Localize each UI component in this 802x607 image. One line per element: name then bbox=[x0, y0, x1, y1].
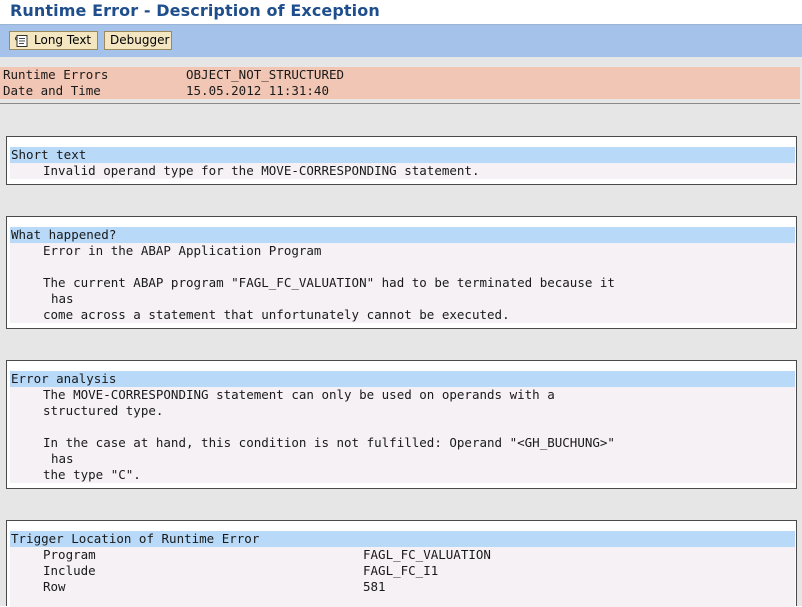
debugger-label: Debugger bbox=[110, 33, 170, 47]
error-analysis-section: Error analysis The MOVE-CORRESPONDING st… bbox=[6, 360, 797, 489]
error-analysis-line5: the type "C". bbox=[43, 467, 141, 482]
error-analysis-line3: In the case at hand, this condition is n… bbox=[43, 435, 615, 450]
runtime-errors-label: Runtime Errors bbox=[3, 67, 109, 82]
what-happened-heading-bar bbox=[10, 227, 795, 243]
what-happened-line4: come across a statement that unfortunate… bbox=[43, 307, 510, 322]
what-happened-line2: The current ABAP program "FAGL_FC_VALUAT… bbox=[43, 275, 615, 290]
short-text-heading-bar bbox=[10, 147, 795, 163]
what-happened-section: What happened? Error in the ABAP Applica… bbox=[6, 216, 797, 329]
trigger-location-section: Trigger Location of Runtime Error Progra… bbox=[6, 520, 797, 607]
long-text-button[interactable]: Long Text bbox=[9, 31, 98, 50]
what-happened-heading: What happened? bbox=[11, 227, 117, 242]
document-scroll-icon bbox=[14, 34, 29, 48]
debugger-button[interactable]: Debugger bbox=[104, 31, 172, 50]
short-text-heading: Short text bbox=[11, 147, 87, 162]
error-analysis-line1: The MOVE-CORRESPONDING statement can onl… bbox=[43, 387, 555, 402]
trigger-program-label: Program bbox=[43, 547, 96, 562]
error-analysis-heading: Error analysis bbox=[11, 371, 117, 386]
error-analysis-line4: has bbox=[51, 451, 74, 466]
window-titlebar: Runtime Error - Description of Exception bbox=[0, 0, 802, 24]
trigger-row-label: Row bbox=[43, 579, 66, 594]
trigger-location-heading: Trigger Location of Runtime Error bbox=[11, 531, 260, 546]
short-text-section: Short text Invalid operand type for the … bbox=[6, 136, 797, 185]
error-content-area: Runtime Errors OBJECT_NOT_STRUCTURED Dat… bbox=[0, 57, 802, 607]
long-text-label: Long Text bbox=[34, 33, 92, 47]
application-toolbar: Long Text Debugger bbox=[0, 25, 802, 57]
trigger-include-value: FAGL_FC_I1 bbox=[363, 563, 439, 578]
what-happened-line1: Error in the ABAP Application Program bbox=[43, 243, 322, 258]
trigger-program-value: FAGL_FC_VALUATION bbox=[363, 547, 491, 562]
what-happened-line3: has bbox=[51, 291, 74, 306]
error-analysis-heading-bar bbox=[10, 371, 795, 387]
runtime-errors-value: OBJECT_NOT_STRUCTURED bbox=[186, 67, 345, 82]
page-title: Runtime Error - Description of Exception bbox=[10, 1, 380, 20]
error-header: Runtime Errors OBJECT_NOT_STRUCTURED Dat… bbox=[0, 67, 800, 99]
date-time-value: 15.05.2012 11:31:40 bbox=[186, 83, 329, 98]
trigger-row-value: 581 bbox=[363, 579, 386, 594]
date-time-label: Date and Time bbox=[3, 83, 101, 98]
trigger-include-label: Include bbox=[43, 563, 96, 578]
short-text-line: Invalid operand type for the MOVE-CORRES… bbox=[43, 163, 480, 178]
header-separator bbox=[0, 103, 800, 104]
error-analysis-line2: structured type. bbox=[43, 403, 164, 418]
